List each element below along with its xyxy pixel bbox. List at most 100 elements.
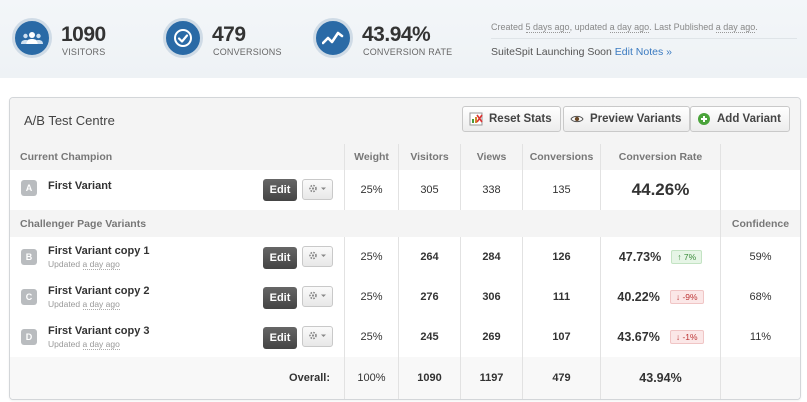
variant-name[interactable]: First Variant xyxy=(48,180,112,192)
project-notes: SuiteSpit Launching Soon Edit Notes » xyxy=(491,46,672,58)
created-prefix: Created xyxy=(491,22,526,32)
updated-ago: a day ago xyxy=(82,259,120,270)
variant-info: D First Variant copy 3 Updated a day ago… xyxy=(10,317,344,357)
published-suffix: . xyxy=(755,22,758,32)
edit-button[interactable]: Edit xyxy=(263,327,297,349)
updated-prefix: Updated xyxy=(48,259,83,269)
variant-name[interactable]: First Variant copy 1 xyxy=(48,245,149,257)
weight-cell: 25% xyxy=(344,277,398,317)
weight-cell: 25% xyxy=(344,317,398,357)
edit-button[interactable]: Edit xyxy=(263,247,297,269)
edit-notes-link[interactable]: Edit Notes » xyxy=(615,46,672,58)
updated-ago: a day ago xyxy=(82,299,120,310)
settings-dropdown[interactable] xyxy=(302,179,333,200)
conversions-cell: 111 xyxy=(522,277,600,317)
conversions-cell: 135 xyxy=(522,170,600,210)
updated-ago: a day ago xyxy=(82,339,120,350)
col-conversions: Conversions xyxy=(522,144,600,170)
conversion-rate-value: 44.26% xyxy=(631,180,690,199)
conversion-rate-label: CONVERSION RATE xyxy=(363,47,453,57)
conversion-rate-cell: 43.67% ↓ -1% xyxy=(600,317,720,357)
ab-test-panel: A/B Test Centre Reset Stats Preview Vari… xyxy=(9,97,801,400)
overall-weight: 100% xyxy=(344,357,398,399)
views-cell: 338 xyxy=(460,170,522,210)
col-views: Views xyxy=(460,144,522,170)
variant-letter-badge: B xyxy=(21,249,37,265)
stats-bar: 1090 VISITORS 479 CONVERSIONS 43.94% CON… xyxy=(0,0,807,78)
reset-stats-button[interactable]: Reset Stats xyxy=(462,106,561,132)
settings-dropdown[interactable] xyxy=(302,286,333,307)
confidence-cell xyxy=(720,170,800,210)
variant-letter-badge: D xyxy=(21,329,37,345)
overall-confidence xyxy=(720,357,800,399)
col-confidence: Confidence xyxy=(720,210,800,237)
project-name: SuiteSpit Launching Soon xyxy=(491,46,615,58)
created-ago: 5 days ago xyxy=(525,22,570,33)
views-cell: 306 xyxy=(460,277,522,317)
table-row: D First Variant copy 3 Updated a day ago… xyxy=(10,317,800,358)
add-variant-button[interactable]: Add Variant xyxy=(690,106,790,132)
project-timestamps: Created 5 days ago, updated a day ago. L… xyxy=(491,22,758,33)
col-conversion-rate: Conversion Rate xyxy=(600,144,720,170)
conversion-rate-value: 47.73% xyxy=(618,250,662,264)
variant-updated: Updated a day ago xyxy=(48,339,120,350)
preview-variants-button[interactable]: Preview Variants xyxy=(563,106,691,132)
conversions-cell: 107 xyxy=(522,317,600,357)
trend-line-icon xyxy=(313,18,353,58)
updated-prefix: Updated xyxy=(48,299,83,309)
overall-visitors: 1090 xyxy=(398,357,460,399)
users-icon xyxy=(12,18,52,58)
published-ago: a day ago xyxy=(715,22,756,33)
conversion-rate-value: 43.94% xyxy=(362,23,431,46)
add-variant-label: Add Variant xyxy=(717,113,781,125)
overall-conversion-rate: 43.94% xyxy=(600,357,720,399)
challenger-heading: Challenger Page Variants xyxy=(20,217,147,230)
overall-row: Overall: 100% 1090 1197 479 43.94% xyxy=(10,357,800,399)
table-row: A First Variant Edit 25% 305 338 135 44.… xyxy=(10,170,800,211)
edit-button[interactable]: Edit xyxy=(263,287,297,309)
visitors-cell: 264 xyxy=(398,237,460,277)
visitors-cell: 276 xyxy=(398,277,460,317)
variant-info: B First Variant copy 1 Updated a day ago… xyxy=(10,237,344,277)
conversion-rate-value: 40.22% xyxy=(617,290,660,304)
challenger-header-row: Challenger Page Variants Confidence xyxy=(10,210,800,238)
updated-prefix: Updated xyxy=(48,339,83,349)
variant-name[interactable]: First Variant copy 2 xyxy=(48,285,149,297)
variant-letter-badge: A xyxy=(21,180,37,196)
overall-views: 1197 xyxy=(460,357,522,399)
reset-stats-icon xyxy=(469,112,483,126)
settings-dropdown[interactable] xyxy=(302,246,333,267)
champion-header-row: Current Champion Weight Visitors Views C… xyxy=(10,144,800,171)
gear-icon xyxy=(308,291,328,303)
conversion-rate-cell: 44.26% xyxy=(600,170,720,210)
variant-info: A First Variant Edit xyxy=(10,170,344,210)
overall-conversions: 479 xyxy=(522,357,600,399)
updated-prefix: , updated xyxy=(569,22,610,32)
table-row: C First Variant copy 2 Updated a day ago… xyxy=(10,277,800,318)
variant-updated: Updated a day ago xyxy=(48,299,120,310)
variant-name[interactable]: First Variant copy 3 xyxy=(48,325,149,337)
edit-button[interactable]: Edit xyxy=(263,179,297,201)
meta-divider xyxy=(491,38,797,39)
table-row: B First Variant copy 1 Updated a day ago… xyxy=(10,237,800,278)
preview-variants-label: Preview Variants xyxy=(590,113,682,125)
confidence-cell: 68% xyxy=(720,277,800,317)
conversion-rate-cell: 40.22% ↓ -9% xyxy=(600,277,720,317)
panel-header: A/B Test Centre Reset Stats Preview Vari… xyxy=(10,98,800,145)
visitors-cell: 305 xyxy=(398,170,460,210)
gear-icon xyxy=(308,251,328,263)
col-visitors: Visitors xyxy=(398,144,460,170)
check-circle-icon xyxy=(163,18,203,58)
views-cell: 284 xyxy=(460,237,522,277)
updated-ago: a day ago xyxy=(609,22,650,33)
confidence-cell: 59% xyxy=(720,237,800,277)
champion-heading: Current Champion xyxy=(20,151,113,163)
conversions-cell: 126 xyxy=(522,237,600,277)
panel-title: A/B Test Centre xyxy=(24,113,115,128)
settings-dropdown[interactable] xyxy=(302,326,333,347)
visitors-label: VISITORS xyxy=(62,47,106,57)
conversions-label: CONVERSIONS xyxy=(213,47,282,57)
variant-info: C First Variant copy 2 Updated a day ago… xyxy=(10,277,344,317)
change-badge: ↓ -1% xyxy=(669,330,704,344)
gear-icon xyxy=(308,184,328,196)
